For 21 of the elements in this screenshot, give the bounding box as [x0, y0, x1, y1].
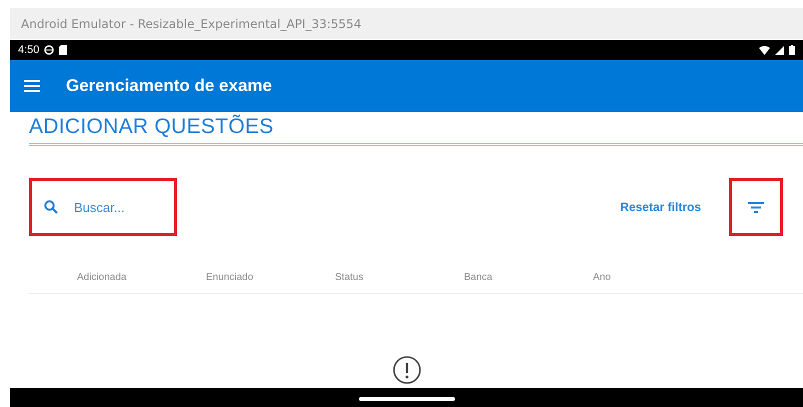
- search-icon: [44, 200, 58, 214]
- battery-icon: [789, 45, 795, 55]
- column-header: Status: [335, 272, 364, 283]
- app-title: Gerenciamento de exame: [66, 76, 272, 96]
- column-header: Banca: [464, 272, 494, 283]
- filter-icon: [748, 202, 764, 212]
- home-handle[interactable]: [358, 397, 454, 401]
- alert-icon: [392, 355, 422, 385]
- column-header: Adicionada: [77, 272, 128, 283]
- reset-filters-link[interactable]: Resetar filtros: [616, 196, 705, 218]
- menu-icon[interactable]: [24, 80, 40, 92]
- window-title: Android Emulator - Resizable_Experimental_API_33:5554: [21, 17, 362, 31]
- status-time: 4:50: [18, 44, 40, 56]
- page-heading: ADICIONAR QUESTÕES: [29, 115, 803, 146]
- wifi-icon: [759, 46, 770, 54]
- search-field[interactable]: Buscar...: [72, 198, 166, 216]
- signal-icon: [775, 46, 784, 54]
- sd-card-icon: [59, 45, 68, 55]
- column-header: Ano: [593, 272, 612, 283]
- filter-button[interactable]: [729, 178, 783, 236]
- column-header: Enunciado: [206, 272, 254, 283]
